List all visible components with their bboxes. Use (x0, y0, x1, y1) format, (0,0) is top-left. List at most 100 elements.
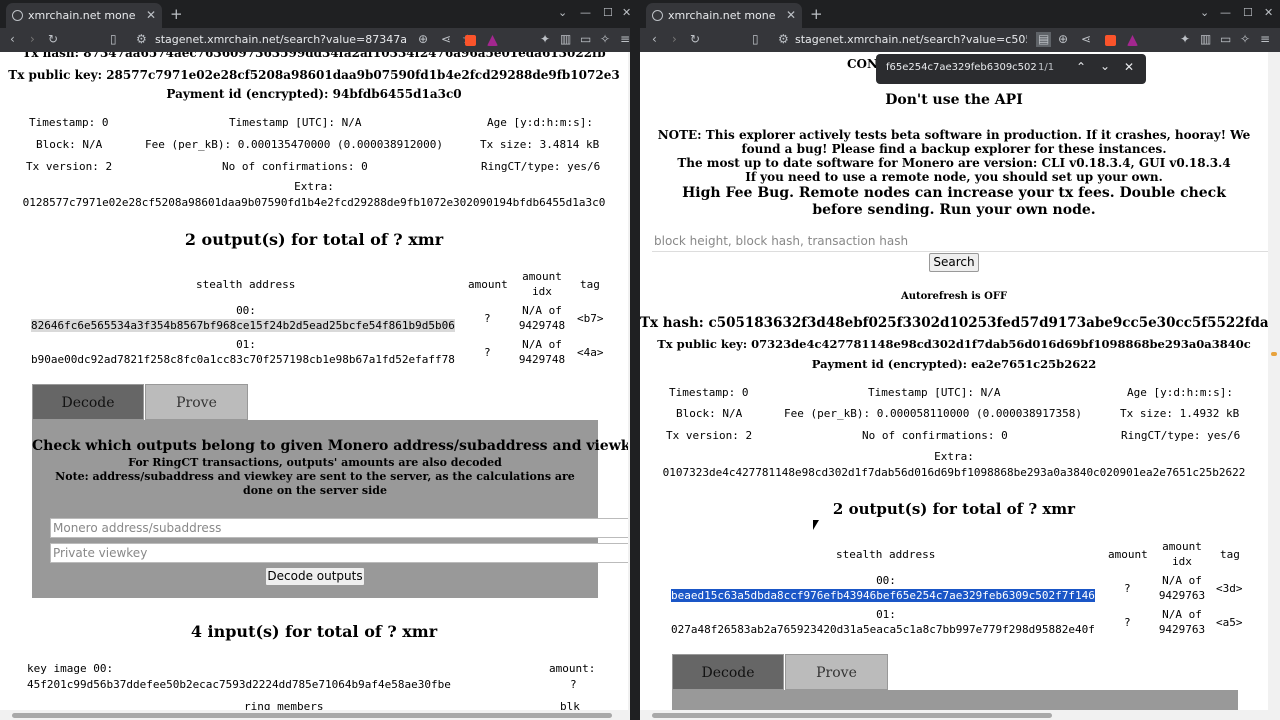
col-amount-idx-2: idx (1172, 555, 1192, 568)
output-tag: <a5> (1216, 616, 1243, 629)
site-info-icon[interactable]: ⚙ (136, 32, 147, 47)
age: Age [y:d:h:m:s]: (487, 116, 593, 129)
col-stealth-address: stealth address (196, 278, 296, 291)
brave-rewards-icon[interactable] (1127, 35, 1138, 46)
output-amount: ? (1124, 582, 1131, 595)
output-address: 027a48f26583ab2a765923420d31a5eaca5c1a8c… (671, 623, 1095, 636)
block: Block: N/A (36, 138, 103, 151)
input-amount-label: amount: (549, 662, 596, 675)
sidebar-icon[interactable]: ▥ (560, 32, 571, 47)
tab-strip: xmrchain.net monero expl ✕ + ⌄ — ☐ ✕ (640, 0, 1280, 28)
share-icon[interactable]: ⋖ (1081, 32, 1091, 47)
back-icon[interactable]: ‹ (652, 32, 657, 47)
leo-icon[interactable]: ✧ (1240, 32, 1250, 47)
payment-id-label: Payment id (encrypted): (811, 357, 968, 371)
find-match-marker (1271, 352, 1277, 356)
site-info-icon[interactable]: ⚙ (778, 32, 789, 47)
maximize-icon[interactable]: ☐ (1243, 6, 1253, 19)
zoom-icon[interactable]: ⊕ (418, 32, 428, 47)
brave-shields-icon[interactable] (465, 35, 476, 46)
col-stealth-address: stealth address (836, 548, 936, 561)
wallet-icon[interactable]: ▭ (1220, 32, 1231, 47)
decode-outputs-button[interactable]: Decode outputs (265, 567, 365, 586)
find-prev-icon[interactable]: ⌃ (1076, 60, 1086, 74)
browser-tab[interactable]: xmrchain.net monero expl ✕ (646, 3, 802, 28)
output-amount: ? (1124, 616, 1131, 629)
close-window-icon[interactable]: ✕ (1264, 6, 1273, 19)
sidebar-icon[interactable]: ▥ (1200, 32, 1211, 47)
payment-id-line: Payment id (encrypted): 94bfdb6455d1a3c0 (0, 87, 628, 101)
tab-prove-sending[interactable]: Prove sending (785, 654, 888, 710)
tab-strip: xmrchain.net monero expl ✕ + ⌄ — ☐ ✕ (0, 0, 640, 28)
find-input[interactable]: f65e254c7ae329feb6309c502f7f146 (886, 62, 1036, 73)
inputs-heading: 4 input(s) for total of ? xmr (190, 622, 438, 641)
age: Age [y:d:h:m:s]: (1127, 386, 1233, 399)
decode-outputs-panel (672, 690, 1238, 710)
url-bar[interactable]: stagenet.xmrchain.net/search?value=87347… (155, 33, 407, 46)
new-tab-icon[interactable]: + (810, 5, 823, 23)
col-tag: tag (1220, 548, 1240, 561)
leo-icon[interactable]: ✧ (600, 32, 610, 47)
extra-label: Extra: (294, 180, 334, 193)
hscroll-thumb[interactable] (12, 713, 612, 718)
find-close-icon[interactable]: ✕ (1124, 60, 1134, 74)
viewkey-input[interactable]: Private viewkey (50, 543, 628, 563)
search-input[interactable]: block height, block hash, transaction ha… (652, 232, 1268, 252)
forward-icon[interactable]: › (672, 32, 677, 47)
find-next-icon[interactable]: ⌄ (1100, 59, 1110, 73)
close-tab-icon[interactable]: ✕ (786, 3, 796, 28)
horizontal-scrollbar[interactable] (0, 710, 640, 720)
tab-title: xmrchain.net monero expl (668, 9, 776, 22)
ring-members-label: ring members (244, 700, 324, 710)
share-icon[interactable]: ⋖ (441, 32, 451, 47)
find-active-icon[interactable]: ▤ (1036, 32, 1052, 47)
timestamp-utc: Timestamp [UTC]: N/A (868, 386, 1001, 399)
search-button[interactable]: Search (929, 253, 979, 272)
tx-hash-line: Tx hash: c505183632f3d48ebf025f3302d1025… (640, 315, 1268, 331)
address-input[interactable]: Monero address/subaddress (50, 518, 628, 538)
extensions-icon[interactable]: ✦ (1180, 32, 1190, 47)
mouse-cursor (813, 520, 819, 530)
maximize-icon[interactable]: ☐ (603, 6, 613, 19)
zoom-icon[interactable]: ⊕ (1058, 32, 1068, 47)
tab-search-icon[interactable]: ⌄ (558, 6, 567, 19)
dont-use-api: Don't use the API (885, 92, 1023, 108)
forward-icon[interactable]: › (30, 32, 35, 47)
timestamp: Timestamp: 0 (29, 116, 109, 129)
menu-icon[interactable]: ≡ (620, 32, 630, 47)
brave-rewards-icon[interactable] (487, 35, 498, 46)
minimize-icon[interactable]: — (580, 6, 591, 19)
wallet-icon[interactable]: ▭ (580, 32, 591, 47)
timestamp-utc: Timestamp [UTC]: N/A (229, 116, 362, 129)
back-icon[interactable]: ‹ (10, 32, 15, 47)
tab-decode-outputs[interactable]: Decode outputs (672, 654, 784, 710)
output-amount-idx-1: N/A of (522, 304, 562, 317)
vertical-scrollbar[interactable] (1268, 52, 1280, 710)
output-amount-idx-2: 9429763 (1158, 623, 1206, 636)
ringct-type: RingCT/type: yes/6 (1121, 429, 1241, 442)
output-amount-idx-2: 9429748 (518, 353, 566, 366)
hscroll-thumb[interactable] (652, 713, 1052, 718)
minimize-icon[interactable]: — (1220, 6, 1231, 19)
bookmark-icon[interactable]: ▯ (752, 32, 759, 47)
extensions-icon[interactable]: ✦ (540, 32, 550, 47)
reload-icon[interactable]: ↻ (48, 32, 58, 47)
brave-shields-icon[interactable] (1105, 35, 1116, 46)
tx-pubkey-label: Tx public key: (8, 68, 103, 82)
bookmark-icon[interactable]: ▯ (110, 32, 117, 47)
tx-pubkey-line: Tx public key: 07323de4c427781148e98cd30… (640, 337, 1268, 351)
new-tab-icon[interactable]: + (170, 5, 183, 23)
tab-decode-outputs[interactable]: Decode outputs (32, 384, 144, 447)
tab-title: xmrchain.net monero expl (28, 9, 136, 22)
menu-icon[interactable]: ≡ (1260, 32, 1270, 47)
horizontal-scrollbar[interactable] (640, 710, 1280, 720)
browser-tab[interactable]: xmrchain.net monero expl ✕ (6, 3, 162, 28)
reload-icon[interactable]: ↻ (690, 32, 700, 47)
payment-id-label: Payment id (encrypted): (166, 87, 329, 101)
tab-prove-sending[interactable]: Prove sending (145, 384, 248, 447)
tx-version: Tx version: 2 (666, 429, 753, 442)
fee: Fee (per_kB): 0.000135470000 (0.00003891… (145, 138, 444, 151)
url-bar[interactable]: stagenet.xmrchain.net/search?value=c5051… (795, 33, 1027, 46)
tab-search-icon[interactable]: ⌄ (1200, 6, 1209, 19)
close-tab-icon[interactable]: ✕ (146, 3, 156, 28)
